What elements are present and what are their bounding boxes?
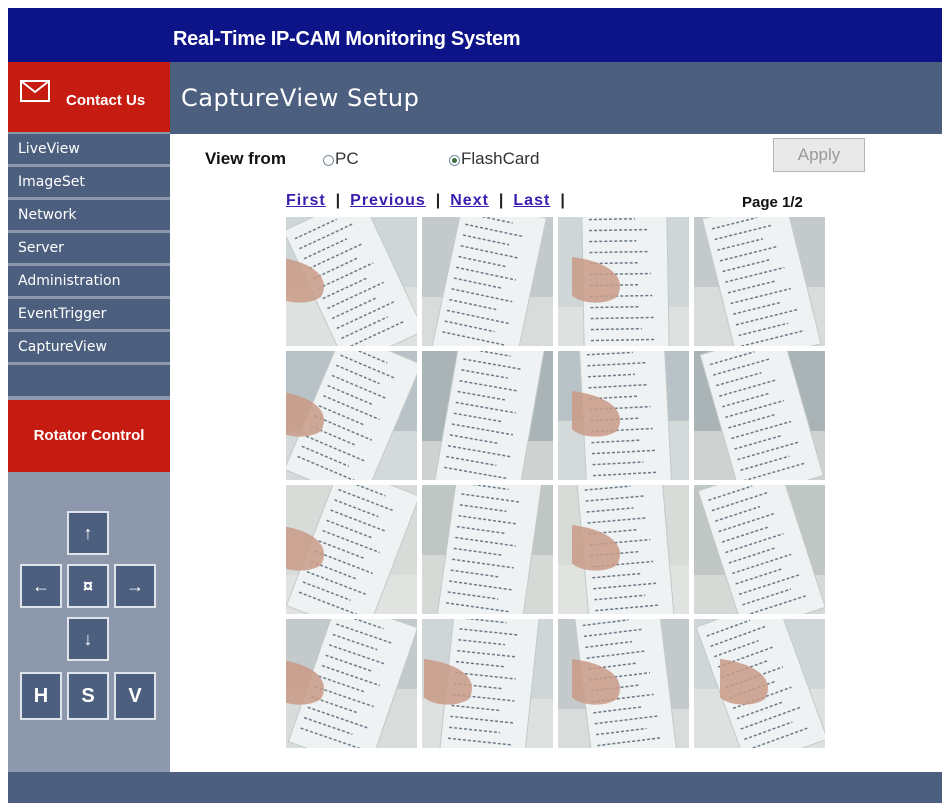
sidebar-item-administration[interactable]: Administration bbox=[8, 266, 170, 296]
envelope-icon bbox=[20, 80, 50, 102]
captured-photo bbox=[286, 619, 417, 748]
capture-thumbnail[interactable] bbox=[286, 217, 417, 346]
pc-radio-label: PC bbox=[335, 149, 359, 168]
captured-photo bbox=[422, 485, 553, 614]
capture-thumbnail[interactable] bbox=[422, 619, 553, 748]
captured-photo bbox=[558, 217, 689, 346]
capture-thumbnail[interactable] bbox=[422, 351, 553, 480]
sidebar-item-eventtrigger[interactable]: EventTrigger bbox=[8, 299, 170, 329]
v-label: V bbox=[128, 685, 142, 707]
captured-photo bbox=[558, 619, 689, 748]
sidebar-spacer bbox=[8, 365, 170, 396]
rotator-control-heading: Rotator Control bbox=[8, 400, 170, 472]
capture-thumbnail[interactable] bbox=[422, 485, 553, 614]
captured-photo bbox=[422, 217, 553, 346]
tilt-down-button[interactable]: ↓ bbox=[67, 617, 109, 661]
capture-thumbnail[interactable] bbox=[694, 485, 825, 614]
contact-us-button[interactable]: Contact Us bbox=[8, 62, 170, 132]
view-from-label: View from bbox=[205, 149, 286, 168]
flashcard-radio-label: FlashCard bbox=[461, 149, 540, 168]
captured-photo bbox=[286, 217, 417, 346]
pager-separator: | bbox=[560, 192, 565, 209]
app-title: Real-Time IP-CAM Monitoring System bbox=[173, 28, 521, 50]
pager-separator: | bbox=[435, 192, 441, 209]
arrow-left-icon: ← bbox=[32, 576, 50, 596]
arrow-down-icon: ↓ bbox=[83, 629, 93, 649]
captured-photo bbox=[694, 619, 825, 748]
title-bar: Real-Time IP-CAM Monitoring System bbox=[8, 8, 942, 62]
capture-thumbnail[interactable] bbox=[286, 351, 417, 480]
pan-left-button[interactable]: ← bbox=[20, 564, 62, 608]
captured-photo bbox=[694, 485, 825, 614]
capture-thumbnail[interactable] bbox=[694, 217, 825, 346]
captured-photo bbox=[694, 351, 825, 480]
capture-thumbnail[interactable] bbox=[422, 217, 553, 346]
h-button[interactable]: H bbox=[20, 672, 62, 720]
last-page-link[interactable]: Last bbox=[513, 192, 550, 209]
captured-photo bbox=[422, 351, 553, 480]
page-frame: Real-Time IP-CAM Monitoring System Conta… bbox=[8, 8, 942, 803]
captured-photo bbox=[694, 217, 825, 346]
s-button[interactable]: S bbox=[67, 672, 109, 720]
capture-thumbnail[interactable] bbox=[286, 485, 417, 614]
sidebar-item-captureview[interactable]: CaptureView bbox=[8, 332, 170, 362]
page-indicator: Page 1/2 bbox=[742, 194, 803, 211]
pan-right-button[interactable]: → bbox=[114, 564, 156, 608]
pager-separator: | bbox=[335, 192, 341, 209]
sidebar: LiveView ImageSet Network Server Adminis… bbox=[8, 132, 170, 772]
v-button[interactable]: V bbox=[114, 672, 156, 720]
pager-separator: | bbox=[498, 192, 504, 209]
captured-photo bbox=[558, 485, 689, 614]
captured-photo bbox=[286, 351, 417, 480]
contact-us-label: Contact Us bbox=[66, 92, 146, 109]
center-button[interactable]: ¤ bbox=[67, 564, 109, 608]
first-page-link[interactable]: First bbox=[286, 192, 326, 209]
captured-photo bbox=[286, 485, 417, 614]
center-icon: ¤ bbox=[82, 576, 93, 596]
capture-thumbnail[interactable] bbox=[558, 217, 689, 346]
tilt-up-button[interactable]: ↑ bbox=[67, 511, 109, 555]
capture-thumbnail[interactable] bbox=[694, 619, 825, 748]
footer-bar bbox=[8, 772, 942, 803]
captured-photo bbox=[422, 619, 553, 748]
s-label: S bbox=[81, 685, 95, 707]
capture-thumbnail[interactable] bbox=[694, 351, 825, 480]
sidebar-item-server[interactable]: Server bbox=[8, 233, 170, 263]
capture-thumbnail[interactable] bbox=[558, 485, 689, 614]
page-title: CaptureView Setup bbox=[181, 84, 420, 112]
pc-radio[interactable] bbox=[323, 155, 334, 166]
arrow-up-icon: ↑ bbox=[83, 523, 93, 543]
apply-button[interactable]: Apply bbox=[773, 138, 865, 172]
flashcard-radio[interactable] bbox=[449, 155, 460, 166]
previous-page-link[interactable]: Previous bbox=[350, 192, 426, 209]
sidebar-item-network[interactable]: Network bbox=[8, 200, 170, 230]
capture-thumbnail[interactable] bbox=[558, 619, 689, 748]
next-page-link[interactable]: Next bbox=[450, 192, 489, 209]
sidebar-item-liveview[interactable]: LiveView bbox=[8, 134, 170, 164]
page-header: CaptureView Setup bbox=[170, 62, 942, 134]
captured-photo bbox=[558, 351, 689, 480]
h-label: H bbox=[33, 685, 49, 707]
pagination: First | Previous | Next | Last | bbox=[286, 192, 575, 210]
sidebar-item-imageset[interactable]: ImageSet bbox=[8, 167, 170, 197]
capture-thumbnail[interactable] bbox=[558, 351, 689, 480]
arrow-right-icon: → bbox=[126, 576, 144, 596]
capture-thumbnail[interactable] bbox=[286, 619, 417, 748]
